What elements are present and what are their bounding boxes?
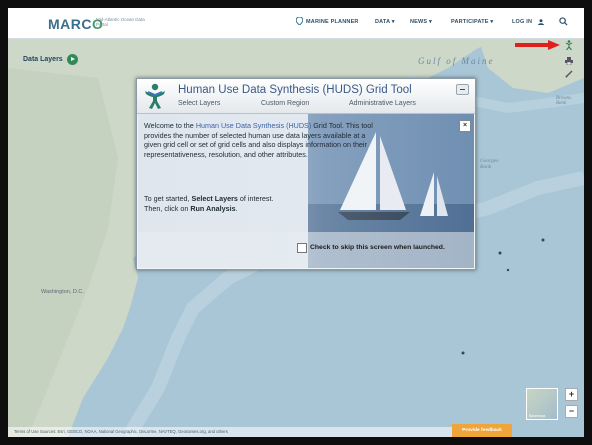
tab-select-layers[interactable]: Select Layers	[178, 100, 220, 107]
basemap-toggle-button[interactable]: Basemaps	[526, 388, 558, 420]
measure-icon[interactable]	[564, 69, 574, 79]
nav-news[interactable]: NEWS ▾	[410, 19, 432, 25]
huds-grid-tool-dialog: Human Use Data Synthesis (HUDS) Grid Too…	[136, 78, 476, 270]
welcome-panel: × Welcome to the Human Use Data Synthesi…	[138, 114, 474, 268]
nav-data[interactable]: DATA ▾	[375, 19, 395, 25]
huds-tool-icon[interactable]	[564, 40, 574, 50]
map-label-georges-bank: Georges Bank	[480, 158, 499, 170]
data-layers-label[interactable]: Data Layers	[23, 56, 63, 63]
logo-tagline: Mid-Atlantic Ocean Data Portal	[96, 17, 145, 27]
huds-person-icon	[145, 83, 165, 109]
search-icon[interactable]	[559, 17, 568, 26]
top-navbar: MARCO Mid-Atlantic Ocean Data Portal MAR…	[8, 8, 584, 39]
dialog-title: Human Use Data Synthesis (HUDS) Grid Too…	[178, 84, 412, 96]
huds-highlight: Human Use Data Synthesis (HUDS)	[195, 121, 312, 130]
zoom-in-button[interactable]: +	[565, 388, 578, 401]
map-label-gulf-of-maine: Gulf of Maine	[418, 56, 495, 66]
skip-screen-checkbox[interactable]	[297, 243, 307, 253]
nav-participate[interactable]: PARTICIPATE ▾	[451, 19, 493, 25]
instructions-text: To get started, Select Layers of interes…	[144, 194, 274, 213]
dialog-header: Human Use Data Synthesis (HUDS) Grid Too…	[137, 79, 475, 114]
map-label-washington: Washington, D.C.	[41, 289, 84, 295]
skip-screen-label: Check to skip this screen when launched.	[310, 244, 445, 251]
user-icon	[538, 19, 544, 25]
provide-feedback-button[interactable]: Provide feedback	[452, 424, 512, 437]
data-layers-expand-button[interactable]	[67, 54, 78, 65]
nav-marine-planner[interactable]: MARINE PLANNER	[306, 19, 359, 25]
red-arrow-icon	[515, 40, 560, 50]
app-window: Gulf of Maine Browns Bank Georges Bank W…	[8, 8, 584, 437]
tab-administrative-layers[interactable]: Administrative Layers	[349, 100, 416, 107]
map-label-browns-bank: Browns Bank	[556, 96, 572, 106]
print-icon[interactable]	[564, 56, 574, 66]
tab-custom-region[interactable]: Custom Region	[261, 100, 309, 107]
zoom-out-button[interactable]: −	[565, 405, 578, 418]
welcome-text: Welcome to the Human Use Data Synthesis …	[144, 121, 373, 159]
dialog-minimize-button[interactable]	[456, 84, 469, 95]
close-button[interactable]: ×	[459, 120, 471, 132]
map-attribution: Terms of Use Sources: Esri, GEBCO, NOAA,…	[8, 427, 454, 437]
map-pin-icon	[296, 17, 303, 25]
nav-login[interactable]: LOG IN	[512, 19, 532, 25]
